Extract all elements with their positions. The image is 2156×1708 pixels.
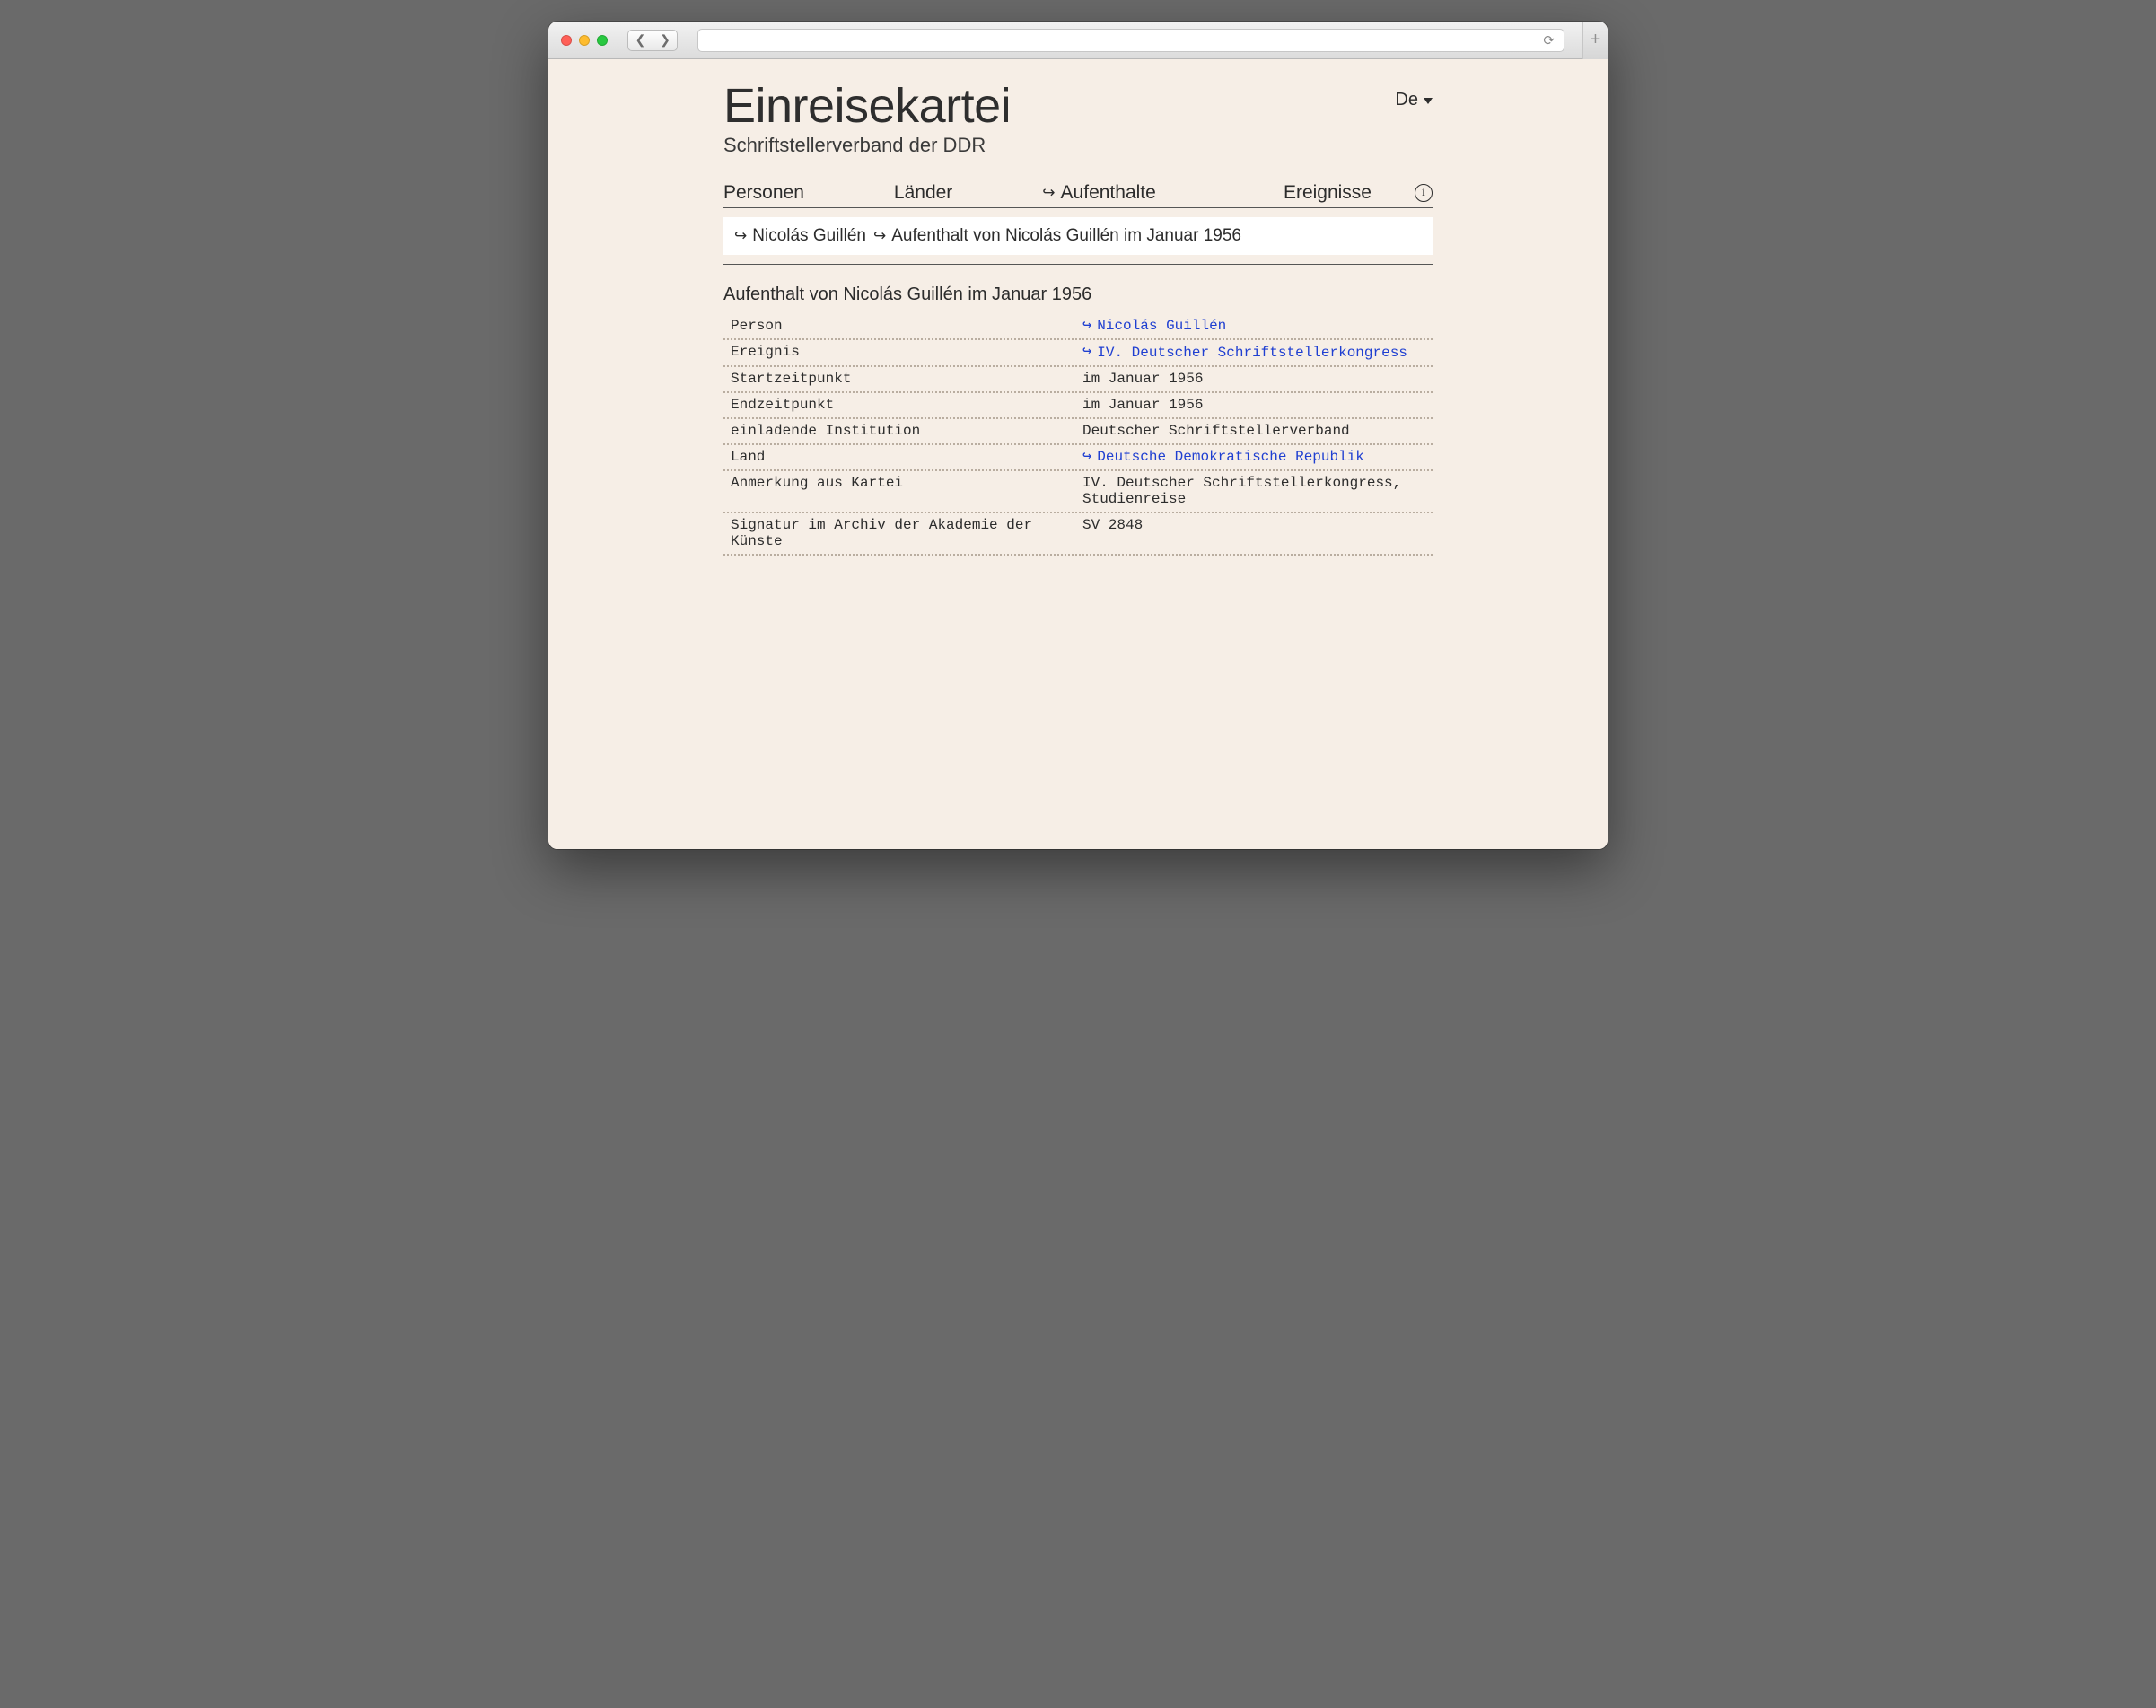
field-label: Land [731, 449, 1068, 465]
close-window-button[interactable] [561, 35, 572, 46]
new-tab-button[interactable]: + [1582, 22, 1608, 59]
site-title: Einreisekartei [723, 81, 1011, 132]
caret-down-icon [1424, 98, 1433, 104]
details-list: Person ↪ Nicolás Guillén Ereignis ↪ IV. De… [723, 314, 1433, 556]
breadcrumb-person[interactable]: ↪ Nicolás Guillén [734, 226, 866, 246]
main-nav: Personen Länder ↪Aufenthalte Ereignisse … [723, 182, 1433, 208]
info-icon[interactable]: i [1415, 184, 1433, 202]
reload-icon[interactable]: ⟳ [1543, 32, 1555, 48]
field-label: Signatur im Archiv der Akademie der Küns… [731, 517, 1068, 549]
nav-personen[interactable]: Personen [723, 182, 804, 204]
zoom-window-button[interactable] [597, 35, 608, 46]
nav-label: Ereignisse [1284, 182, 1372, 204]
enter-arrow-icon: ↪ [1082, 345, 1091, 360]
nav-laender[interactable]: Länder [894, 182, 952, 204]
forward-button[interactable]: ❯ [653, 30, 678, 51]
chevron-right-icon: ❯ [660, 32, 670, 48]
link-label: Deutsche Demokratische Republik [1097, 449, 1364, 465]
field-label: Ereignis [731, 344, 1068, 360]
back-button[interactable]: ❮ [627, 30, 653, 51]
link-person[interactable]: ↪ Nicolás Guillén [1082, 318, 1226, 334]
row-institution: einladende Institution Deutscher Schrift… [723, 419, 1433, 445]
minimize-window-button[interactable] [579, 35, 590, 46]
link-label: Nicolás Guillén [1097, 318, 1226, 334]
breadcrumb-label: Aufenthalt von Nicolás Guillén im Januar… [891, 226, 1241, 246]
site-header: Einreisekartei Schriftstellerverband der… [723, 81, 1433, 157]
breadcrumb-label: Nicolás Guillén [752, 226, 866, 246]
row-ereignis: Ereignis ↪ IV. Deutscher Schriftstellerko… [723, 340, 1433, 367]
link-label: IV. Deutscher Schriftstellerkongress [1097, 345, 1407, 361]
enter-arrow-icon: ↪ [1082, 319, 1091, 334]
nav-label: Länder [894, 182, 952, 204]
field-label: Startzeitpunkt [731, 371, 1068, 387]
enter-arrow-icon: ↪ [734, 228, 747, 243]
divider [723, 264, 1433, 265]
field-label: Person [731, 318, 1068, 334]
nav-aufenthalte[interactable]: ↪ Aufenthalte [1042, 182, 1156, 204]
language-label: De [1395, 90, 1418, 110]
link-ereignis[interactable]: ↪ IV. Deutscher Schriftstellerkongress [1082, 345, 1407, 361]
nav-label: Aufenthalte [1061, 182, 1156, 204]
row-land: Land ↪ Deutsche Demokratische Republik [723, 445, 1433, 472]
field-label: einladende Institution [731, 423, 1068, 439]
row-person: Person ↪ Nicolás Guillén [723, 314, 1433, 341]
field-label: Anmerkung aus Kartei [731, 475, 1068, 491]
browser-window: ❮ ❯ ⟳ + Einreisekartei Schriftstellerver… [548, 22, 1608, 849]
field-value: im Januar 1956 [1082, 371, 1433, 387]
link-land[interactable]: ↪ Deutsche Demokratische Republik [1082, 449, 1364, 465]
field-value: im Januar 1956 [1082, 397, 1433, 413]
field-label: Endzeitpunkt [731, 397, 1068, 413]
row-anmerkung: Anmerkung aus Kartei IV. Deutscher Schri… [723, 471, 1433, 513]
nav-ereignisse[interactable]: Ereignisse [1284, 182, 1372, 204]
window-controls [561, 35, 608, 46]
field-value: SV 2848 [1082, 517, 1433, 533]
nav-buttons: ❮ ❯ [627, 30, 678, 51]
enter-arrow-icon: ↪ [1082, 450, 1091, 465]
page: Einreisekartei Schriftstellerverband der… [548, 59, 1608, 849]
address-bar[interactable]: ⟳ [697, 29, 1564, 52]
nav-label: Personen [723, 182, 804, 204]
enter-arrow-icon: ↪ [1042, 185, 1055, 200]
enter-arrow-icon: ↪ [873, 228, 886, 243]
breadcrumb: ↪ Nicolás Guillén ↪ Aufenthalt von Nicolás… [723, 217, 1433, 255]
row-start: Startzeitpunkt im Januar 1956 [723, 367, 1433, 393]
browser-chrome: ❮ ❯ ⟳ + [548, 22, 1608, 59]
site-subtitle: Schriftstellerverband der DDR [723, 134, 1011, 157]
page-title: Aufenthalt von Nicolás Guillén im Januar… [723, 285, 1433, 305]
row-signatur: Signatur im Archiv der Akademie der Küns… [723, 513, 1433, 556]
breadcrumb-current[interactable]: ↪ Aufenthalt von Nicolás Guillén im Janua… [873, 226, 1241, 246]
field-value: IV. Deutscher Schriftstellerkongress, St… [1082, 475, 1433, 507]
field-value: Deutscher Schriftstellerverband [1082, 423, 1433, 439]
language-switcher[interactable]: De [1395, 81, 1433, 110]
chevron-left-icon: ❮ [635, 32, 646, 48]
row-end: Endzeitpunkt im Januar 1956 [723, 393, 1433, 419]
